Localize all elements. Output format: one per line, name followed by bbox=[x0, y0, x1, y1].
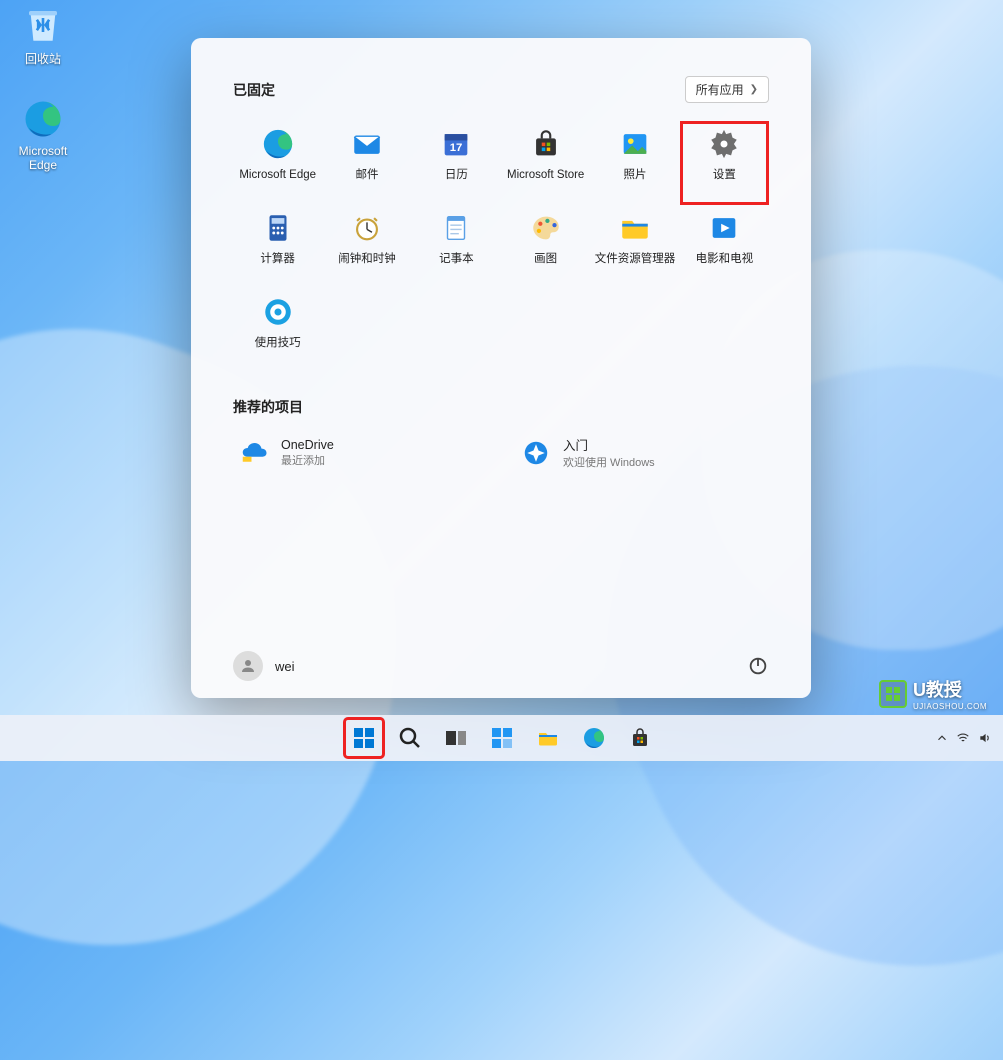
taskbar-edge-button[interactable] bbox=[574, 718, 614, 758]
explorer-icon bbox=[536, 726, 560, 750]
pinned-tile-mail[interactable]: 邮件 bbox=[322, 121, 411, 205]
recommended-subtitle: 欢迎使用 Windows bbox=[563, 454, 655, 470]
pinned-tile-tips[interactable]: 使用技巧 bbox=[233, 289, 322, 373]
pinned-tile-label: 使用技巧 bbox=[255, 337, 301, 351]
pinned-grid: Microsoft Edge 邮件 17 日历 Microsoft Store 照片 设置计… bbox=[233, 121, 769, 373]
clock-icon bbox=[350, 211, 384, 245]
taskbar-widgets-button[interactable] bbox=[482, 718, 522, 758]
user-name: wei bbox=[275, 659, 295, 674]
recommended-subtitle: 最近添加 bbox=[281, 452, 334, 468]
pinned-tile-label: 设置 bbox=[713, 169, 736, 183]
all-apps-button[interactable]: 所有应用 ❯ bbox=[685, 76, 769, 103]
power-button[interactable] bbox=[747, 655, 769, 677]
pinned-tile-clock[interactable]: 闹钟和时钟 bbox=[322, 205, 411, 289]
pinned-header-row: 已固定 所有应用 ❯ bbox=[233, 76, 769, 103]
getstarted-icon bbox=[521, 438, 551, 468]
pinned-tile-calculator[interactable]: 计算器 bbox=[233, 205, 322, 289]
pinned-header: 已固定 bbox=[233, 80, 275, 100]
recommended-item-onedrive[interactable]: OneDrive最近添加 bbox=[239, 435, 481, 470]
edge-icon bbox=[261, 127, 295, 161]
desktop-icon-recycle-bin[interactable]: 回收站 bbox=[5, 4, 81, 67]
volume-icon bbox=[977, 731, 993, 745]
taskbar-start-button[interactable] bbox=[344, 718, 384, 758]
taskbar-taskview-button[interactable] bbox=[436, 718, 476, 758]
wifi-icon bbox=[955, 731, 971, 745]
pinned-tile-label: 电影和电视 bbox=[696, 253, 754, 267]
user-account-button[interactable]: wei bbox=[233, 651, 295, 681]
watermark-badge-icon bbox=[879, 680, 907, 708]
edge-icon bbox=[22, 98, 64, 140]
start-menu: 已固定 所有应用 ❯ Microsoft Edge邮件17日历Microsoft… bbox=[191, 38, 811, 698]
mail-icon bbox=[350, 127, 384, 161]
pinned-tile-photos[interactable]: 照片 bbox=[590, 121, 679, 205]
recommended-title: 入门 bbox=[563, 435, 655, 454]
taskbar-store-button[interactable] bbox=[620, 718, 660, 758]
search-icon bbox=[398, 726, 422, 750]
pinned-tile-edge[interactable]: Microsoft Edge bbox=[233, 121, 322, 205]
calendar-icon: 17 bbox=[439, 127, 473, 161]
svg-text:17: 17 bbox=[450, 142, 463, 154]
desktop-icon-label: 回收站 bbox=[5, 50, 81, 67]
pinned-tile-label: Microsoft Store bbox=[507, 169, 584, 183]
chevron-up-icon bbox=[935, 731, 949, 745]
pinned-tile-label: 邮件 bbox=[355, 169, 378, 183]
taskbar-explorer-button[interactable] bbox=[528, 718, 568, 758]
watermark: U教授 UJIAOSHOU.COM bbox=[879, 676, 987, 711]
pinned-tile-movies[interactable]: 电影和电视 bbox=[680, 205, 769, 289]
system-tray[interactable] bbox=[935, 715, 993, 761]
pinned-tile-store[interactable]: Microsoft Store bbox=[501, 121, 590, 205]
store-icon bbox=[529, 127, 563, 161]
explorer-icon bbox=[618, 211, 652, 245]
pinned-tile-label: 日历 bbox=[445, 169, 468, 183]
recommended-header: 推荐的项目 bbox=[233, 397, 303, 417]
watermark-sub: UJIAOSHOU.COM bbox=[913, 702, 987, 711]
recycle-bin-icon bbox=[22, 4, 64, 46]
notepad-icon bbox=[439, 211, 473, 245]
desktop-icon-edge[interactable]: Microsoft Edge bbox=[5, 98, 81, 172]
all-apps-label: 所有应用 bbox=[696, 81, 744, 98]
settings-icon bbox=[707, 127, 741, 161]
pinned-tile-notepad[interactable]: 记事本 bbox=[412, 205, 501, 289]
widgets-icon bbox=[490, 726, 514, 750]
recommended-title: OneDrive bbox=[281, 438, 334, 452]
recommended-grid: OneDrive最近添加 入门欢迎使用 Windows bbox=[233, 435, 769, 470]
recommended-section: 推荐的项目 OneDrive最近添加 入门欢迎使用 Windows bbox=[233, 397, 769, 470]
photos-icon bbox=[618, 127, 652, 161]
pinned-tile-label: 文件资源管理器 bbox=[595, 253, 676, 267]
taskbar-search-button[interactable] bbox=[390, 718, 430, 758]
desktop-icon-label: Microsoft Edge bbox=[5, 144, 81, 172]
chevron-right-icon: ❯ bbox=[750, 84, 758, 95]
calculator-icon bbox=[261, 211, 295, 245]
pinned-tile-label: 记事本 bbox=[439, 253, 474, 267]
watermark-brand: U教授 bbox=[913, 680, 962, 700]
user-row: wei bbox=[191, 634, 811, 698]
onedrive-icon bbox=[239, 438, 269, 468]
recommended-item-getstarted[interactable]: 入门欢迎使用 Windows bbox=[521, 435, 763, 470]
pinned-tile-label: Microsoft Edge bbox=[239, 169, 316, 183]
pinned-tile-label: 计算器 bbox=[260, 253, 295, 267]
edge-icon bbox=[582, 726, 606, 750]
taskbar-items bbox=[344, 718, 660, 758]
pinned-tile-paint[interactable]: 画图 bbox=[501, 205, 590, 289]
pinned-tile-calendar[interactable]: 17 日历 bbox=[412, 121, 501, 205]
movies-icon bbox=[707, 211, 741, 245]
store-icon bbox=[628, 726, 652, 750]
taskbar bbox=[0, 715, 1003, 761]
paint-icon bbox=[529, 211, 563, 245]
pinned-tile-settings[interactable]: 设置 bbox=[680, 121, 769, 205]
pinned-tile-label: 闹钟和时钟 bbox=[338, 253, 396, 267]
pinned-tile-label: 照片 bbox=[623, 169, 646, 183]
pinned-tile-explorer[interactable]: 文件资源管理器 bbox=[590, 205, 679, 289]
tips-icon bbox=[261, 295, 295, 329]
start-icon bbox=[352, 726, 376, 750]
taskview-icon bbox=[444, 726, 468, 750]
pinned-tile-label: 画图 bbox=[534, 253, 557, 267]
avatar-icon bbox=[233, 651, 263, 681]
